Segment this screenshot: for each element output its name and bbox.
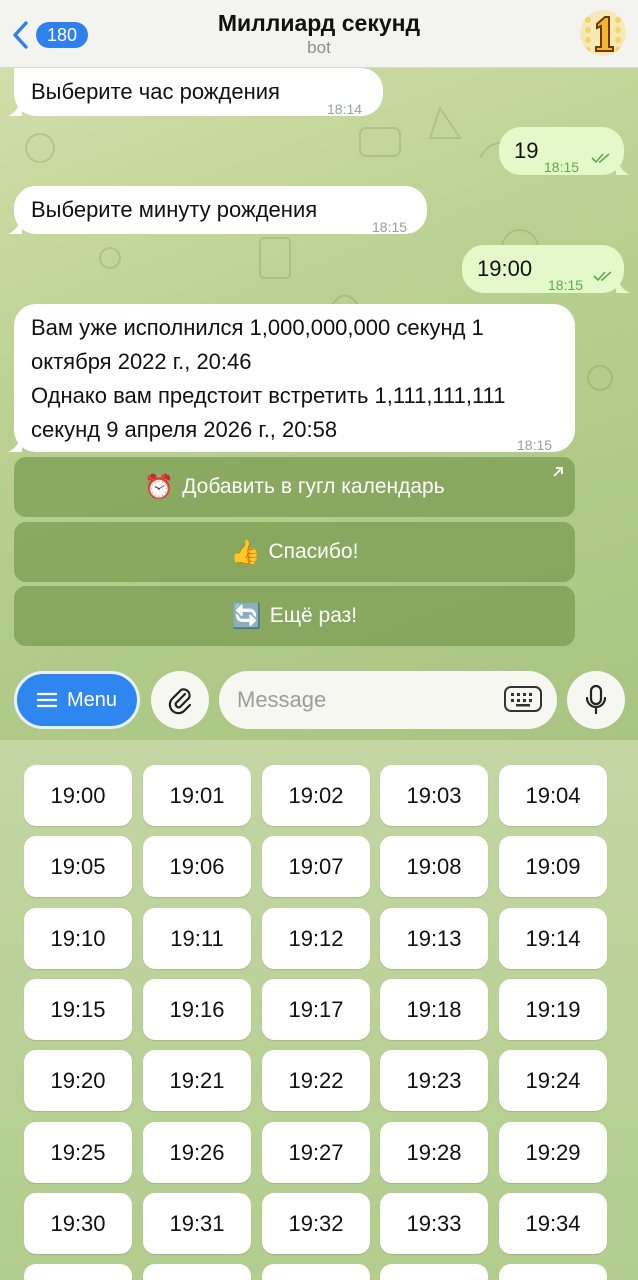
keyboard-key[interactable]: 19:09 — [499, 836, 607, 897]
keyboard-toggle-icon[interactable] — [503, 684, 543, 714]
keyboard-key[interactable]: 19:25 — [24, 1122, 132, 1183]
inline-button-label: Добавить в гугл календарь — [182, 475, 445, 498]
keyboard-key[interactable]: 19:03 — [380, 765, 488, 826]
keyboard-key[interactable]: 19:17 — [262, 979, 370, 1040]
keyboard-key[interactable]: 19:18 — [380, 979, 488, 1040]
keyboard-key[interactable]: 19:30 — [24, 1193, 132, 1254]
avatar[interactable] — [580, 10, 626, 56]
number-one-badge-icon — [580, 10, 626, 56]
keyboard-key[interactable]: 19:19 — [499, 979, 607, 1040]
message-line: октября 2022 г., 20:46 — [31, 349, 252, 374]
message-text: 19:00 — [477, 256, 533, 281]
menu-button[interactable]: Menu — [14, 671, 140, 729]
keyboard-key-partial[interactable] — [143, 1264, 251, 1280]
bubble-tail — [616, 157, 630, 175]
outgoing-message[interactable]: 19:00 18:15 — [462, 245, 630, 293]
bubble-tail — [8, 434, 22, 452]
voice-record-button[interactable] — [567, 671, 625, 729]
keyboard-key[interactable]: 19:00 — [24, 765, 132, 826]
keyboard-key[interactable]: 19:28 — [380, 1122, 488, 1183]
message-text: Выберите час рождения — [31, 79, 280, 104]
keyboard-key-partial[interactable] — [262, 1264, 370, 1280]
keyboard-key[interactable]: 19:22 — [262, 1050, 370, 1111]
keyboard-key-partial[interactable] — [499, 1264, 607, 1280]
inline-button-label: Ещё раз! — [269, 604, 358, 627]
keyboard-key[interactable]: 19:27 — [262, 1122, 370, 1183]
message-input-bar: Menu — [0, 663, 638, 740]
keyboard-key[interactable]: 19:02 — [262, 765, 370, 826]
chat-title-area[interactable]: Миллиард секунд bot — [150, 9, 488, 59]
message-time: 18:15 — [372, 219, 408, 235]
keyboard-key[interactable]: 19:08 — [380, 836, 488, 897]
keyboard-key[interactable]: 19:05 — [24, 836, 132, 897]
keyboard-key[interactable]: 19:33 — [380, 1193, 488, 1254]
back-button[interactable]: 180 — [10, 18, 89, 52]
incoming-message[interactable]: Вам уже исполнился 1,000,000,000 секунд … — [8, 304, 575, 453]
keyboard-key[interactable]: 19:10 — [24, 908, 132, 969]
keyboard-key[interactable]: 19:23 — [380, 1050, 488, 1111]
keyboard-key-partial[interactable] — [24, 1264, 132, 1280]
keyboard-key[interactable]: 19:26 — [143, 1122, 251, 1183]
double-check-icon — [591, 153, 610, 164]
keyboard-key[interactable]: 19:12 — [262, 908, 370, 969]
repeat-icon: 🔄 — [231, 602, 262, 630]
microphone-icon — [585, 684, 607, 715]
keyboard-key[interactable]: 19:15 — [24, 979, 132, 1040]
message-text: 19 — [514, 138, 539, 163]
unread-count-badge: 180 — [36, 22, 89, 48]
incoming-message[interactable]: Выберите минуту рождения 18:15 — [8, 186, 427, 235]
add-to-calendar-button[interactable]: ⏰ Добавить в гугл календарь — [14, 457, 575, 517]
keyboard-key[interactable]: 19:21 — [143, 1050, 251, 1111]
external-link-icon — [553, 467, 563, 477]
chat-subtitle: bot — [307, 38, 331, 57]
message-time: 18:15 — [548, 277, 584, 293]
menu-label: Menu — [66, 688, 118, 711]
hamburger-icon — [36, 692, 57, 708]
keyboard-key[interactable]: 19:29 — [499, 1122, 607, 1183]
message-line: Вам уже исполнился 1,000,000,000 секунд … — [31, 315, 484, 340]
thumbs-up-icon: 👍 — [230, 538, 261, 566]
keyboard-key[interactable]: 19:14 — [499, 908, 607, 969]
keyboard-key[interactable]: 19:07 — [262, 836, 370, 897]
alarm-clock-icon: ⏰ — [144, 473, 175, 501]
bubble-tail — [616, 275, 630, 293]
attach-button[interactable] — [151, 671, 209, 729]
keyboard-key[interactable]: 19:24 — [499, 1050, 607, 1111]
keyboard-key[interactable]: 19:16 — [143, 979, 251, 1040]
keyboard-key[interactable]: 19:04 — [499, 765, 607, 826]
keyboard-key[interactable]: 19:13 — [380, 908, 488, 969]
keyboard-key[interactable]: 19:20 — [24, 1050, 132, 1111]
incoming-message[interactable]: Выберите час рождения 18:14 — [8, 68, 383, 117]
keyboard-key[interactable]: 19:32 — [262, 1193, 370, 1254]
thanks-button[interactable]: 👍 Спасибо! — [14, 522, 575, 582]
chat-title: Миллиард секунд — [217, 10, 421, 36]
bubble-tail — [8, 216, 22, 234]
keyboard-key[interactable]: 19:01 — [143, 765, 251, 826]
bubble-tail — [8, 98, 22, 116]
keyboard-key[interactable]: 19:34 — [499, 1193, 607, 1254]
paperclip-icon — [168, 688, 192, 715]
chevron-left-icon — [13, 21, 28, 49]
chat-area[interactable]: Выберите час рождения 18:14 19 18:15 Выб… — [0, 68, 638, 740]
repeat-button[interactable]: 🔄 Ещё раз! — [14, 586, 575, 646]
keyboard-key-partial[interactable] — [380, 1264, 488, 1280]
message-time: 18:14 — [327, 101, 363, 117]
message-line: Однако вам предстоит встретить 1,111,111… — [31, 383, 506, 408]
message-line: секунд 9 апреля 2026 г., 20:58 — [31, 417, 338, 442]
double-check-icon — [593, 271, 612, 282]
keyboard-key[interactable]: 19:06 — [143, 836, 251, 897]
chat-header: 180 Миллиард секунд bot — [0, 0, 638, 68]
message-time: 18:15 — [544, 159, 580, 175]
inline-button-label: Спасибо! — [268, 540, 359, 563]
reply-keyboard: 19:00 19:01 19:02 19:03 19:04 19:05 19:06 19:07… — [0, 740, 638, 1280]
keyboard-key[interactable]: 19:31 — [143, 1193, 251, 1254]
outgoing-message[interactable]: 19 18:15 — [499, 127, 630, 175]
keyboard-key[interactable]: 19:11 — [143, 908, 251, 969]
message-text: Выберите минуту рождения — [31, 197, 318, 222]
